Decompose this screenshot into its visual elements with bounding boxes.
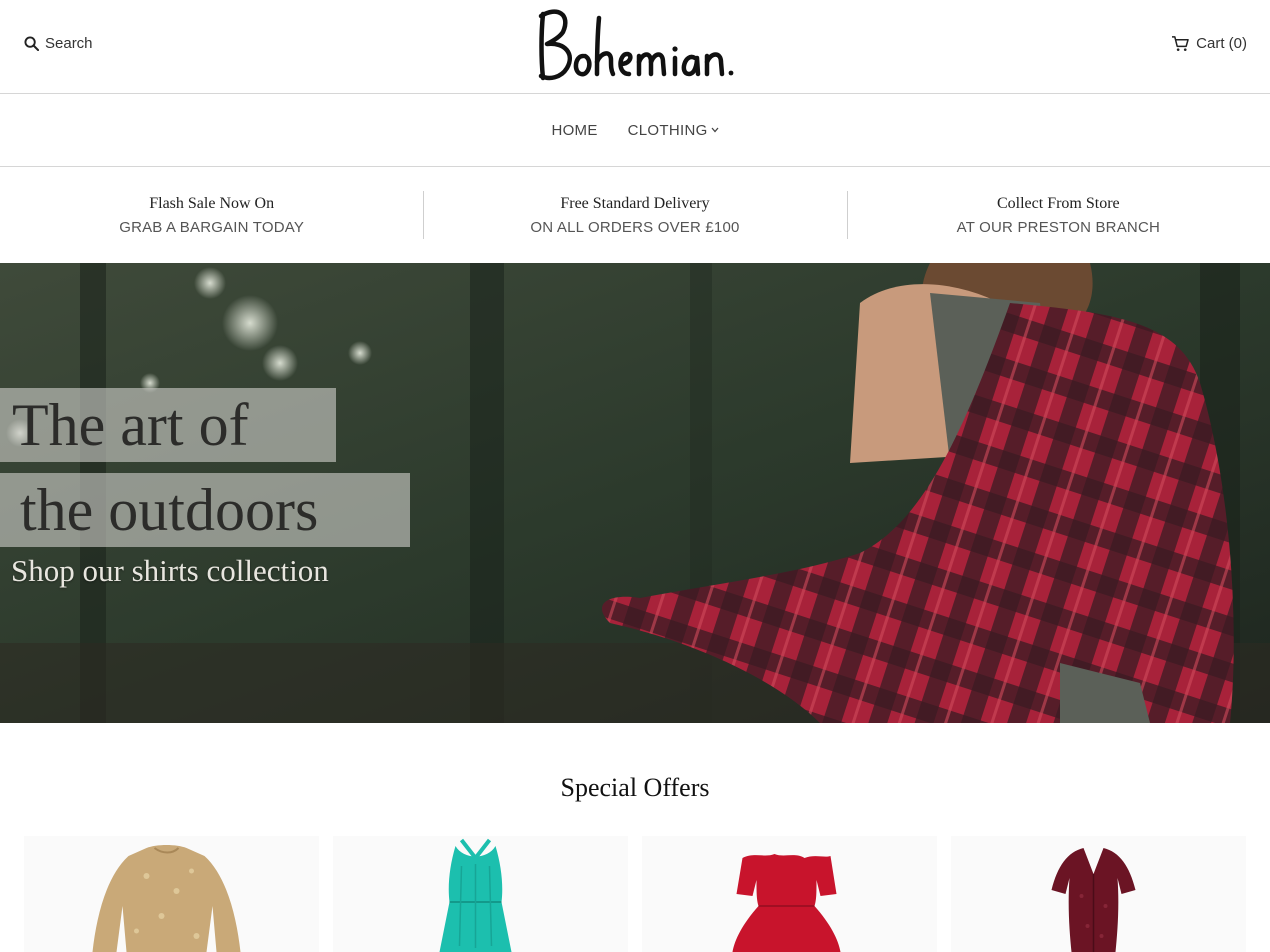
cart-button[interactable]: Cart (0) <box>1171 35 1247 52</box>
site-logo[interactable] <box>535 4 735 84</box>
product-grid <box>24 836 1246 952</box>
special-offers-title: Special Offers <box>560 773 710 802</box>
product-card[interactable] <box>642 836 937 952</box>
product-card[interactable] <box>951 836 1246 952</box>
usp-title: Free Standard Delivery <box>560 194 710 212</box>
nav-item-label: CLOTHING <box>627 121 708 139</box>
burgundy-sequin-dress-image <box>1051 848 1136 952</box>
nav-item-home[interactable]: HOME <box>551 122 597 139</box>
chevron-down-icon <box>711 127 719 133</box>
product-card[interactable] <box>333 836 628 952</box>
hero-banner[interactable]: The art of the outdoors Shop our shirts … <box>0 263 1270 723</box>
cart-label: Cart (0) <box>1196 35 1247 52</box>
usp-item-delivery: Free Standard Delivery ON ALL ORDERS OVE… <box>423 167 846 263</box>
search-button[interactable]: Search <box>24 35 93 52</box>
hero-headline-line2: the outdoors <box>0 473 410 547</box>
usp-subtitle: AT OUR PRESTON BRANCH <box>956 218 1161 236</box>
product-card[interactable] <box>24 836 319 952</box>
site-header: Search Cart (0) <box>0 0 1270 94</box>
nav-item-label: HOME <box>551 121 598 139</box>
red-off-shoulder-dress-image <box>732 854 841 952</box>
usp-title: Collect From Store <box>996 194 1120 212</box>
search-icon <box>24 36 39 51</box>
hero-cta[interactable]: Shop our shirts collection <box>11 553 329 589</box>
usp-item-collect: Collect From Store AT OUR PRESTON BRANCH <box>846 167 1270 263</box>
teal-halter-dress-image <box>439 838 512 952</box>
main-nav: HOME CLOTHING <box>0 94 1270 167</box>
nav-item-clothing[interactable]: CLOTHING <box>628 122 719 139</box>
usp-bar: Flash Sale Now On GRAB A BARGAIN TODAY F… <box>0 167 1270 263</box>
usp-subtitle: ON ALL ORDERS OVER £100 <box>530 218 740 236</box>
usp-title: Flash Sale Now On <box>149 194 275 212</box>
search-label: Search <box>45 35 93 52</box>
cart-icon <box>1172 36 1189 51</box>
gold-sequin-dress-image <box>92 845 241 952</box>
usp-subtitle: GRAB A BARGAIN TODAY <box>119 218 305 236</box>
hero-headline-line1: The art of <box>0 388 336 462</box>
usp-item-flash-sale: Flash Sale Now On GRAB A BARGAIN TODAY <box>0 167 423 263</box>
